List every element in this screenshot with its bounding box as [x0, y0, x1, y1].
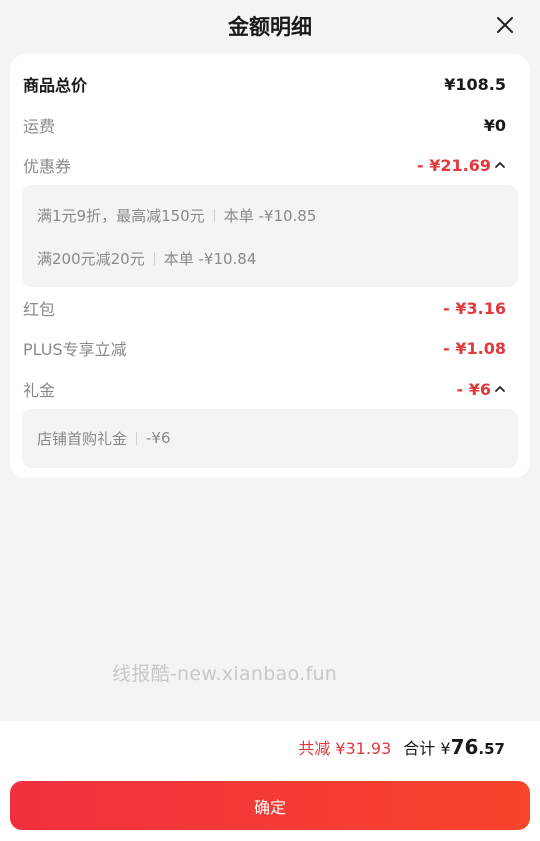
shipping-label: 运费: [23, 117, 56, 136]
divider: [213, 208, 215, 222]
chevron-up-icon[interactable]: [494, 383, 506, 395]
footer-bar: 共减 ¥31.93 合计 ¥ 76 .57 确定: [0, 721, 540, 841]
page-title: 金额明细: [228, 15, 312, 39]
red-packet-value: - ¥3.16: [443, 298, 506, 318]
price-detail-card: 商品总价 ¥108.5 运费 ¥0 优惠券 - ¥21.69 满1元9折，最高减…: [10, 54, 530, 478]
total-decimal: .57: [478, 740, 505, 758]
gift-row[interactable]: 礼金 - ¥6: [23, 374, 506, 404]
shipping-row: 运费 ¥0: [23, 110, 506, 140]
coupon-detail-panel: 满1元9折，最高减150元 本单 -¥10.85 满200元减20元 本单 -¥…: [22, 185, 518, 287]
red-packet-row: 红包 - ¥3.16: [23, 293, 506, 323]
coupon-amount: 本单 -¥10.84: [163, 249, 257, 268]
close-icon: [497, 17, 513, 33]
coupon-row[interactable]: 优惠券 - ¥21.69: [23, 150, 506, 180]
watermark: 线报酷-new.xianbao.fun: [112, 663, 338, 685]
gift-detail-item: 店铺首购礼金 -¥6: [37, 425, 171, 451]
coupon-detail-item: 满1元9折，最高减150元 本单 -¥10.85: [37, 202, 316, 228]
coupon-rule: 满200元减20元: [37, 249, 145, 268]
header: 金额明细: [0, 0, 540, 52]
plus-discount-value: - ¥1.08: [443, 338, 506, 358]
gift-detail-panel: 店铺首购礼金 -¥6: [22, 409, 518, 468]
total-label: 合计 ¥: [403, 739, 451, 758]
confirm-button[interactable]: 确定: [10, 781, 530, 830]
gift-value: - ¥6: [456, 379, 491, 399]
total-discount: 共减 ¥31.93: [298, 739, 392, 758]
goods-total-row: 商品总价 ¥108.5: [23, 69, 506, 99]
coupon-detail-item: 满200元减20元 本单 -¥10.84: [37, 245, 256, 271]
gift-rule: 店铺首购礼金: [37, 429, 128, 448]
chevron-up-icon[interactable]: [494, 159, 506, 171]
plus-discount-row: PLUS专享立减 - ¥1.08: [23, 333, 506, 363]
coupon-rule: 满1元9折，最高减150元: [37, 206, 205, 225]
total-integer: 76: [450, 735, 479, 759]
goods-total-label: 商品总价: [23, 76, 88, 95]
coupon-amount: 本单 -¥10.85: [223, 206, 317, 225]
red-packet-label: 红包: [23, 300, 56, 319]
coupon-value: - ¥21.69: [417, 155, 491, 175]
gift-amount: -¥6: [146, 429, 171, 447]
coupon-label: 优惠券: [23, 157, 72, 176]
shipping-value: ¥0: [483, 115, 506, 135]
goods-total-value: ¥108.5: [444, 74, 506, 94]
price-summary: 共减 ¥31.93 合计 ¥ 76 .57: [298, 735, 505, 763]
gift-label: 礼金: [23, 381, 56, 400]
divider: [136, 431, 138, 445]
close-button[interactable]: [490, 10, 520, 40]
plus-discount-label: PLUS专享立减: [23, 340, 127, 359]
divider: [153, 251, 155, 265]
